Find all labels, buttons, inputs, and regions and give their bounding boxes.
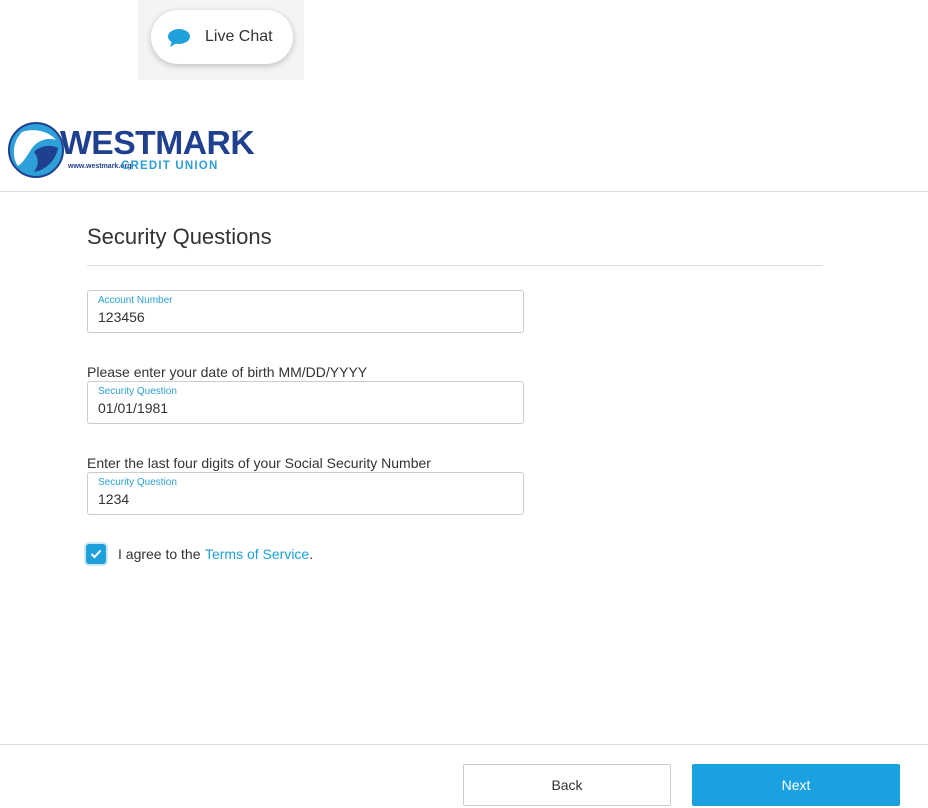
ssn-security-field[interactable]: Security Question <box>87 472 524 515</box>
ssn-security-label: Security Question <box>98 477 177 488</box>
live-chat-label: Live Chat <box>205 28 273 45</box>
terms-suffix: . <box>309 546 314 562</box>
ssn-question-text: Enter the last four digits of your Socia… <box>87 455 431 471</box>
speech-bubble-icon <box>168 29 190 47</box>
dob-security-input[interactable] <box>98 400 498 416</box>
dob-security-field[interactable]: Security Question <box>87 381 524 424</box>
terms-prefix: I agree to the <box>118 546 201 562</box>
dob-security-label: Security Question <box>98 386 177 397</box>
back-button[interactable]: Back <box>463 764 671 806</box>
page-title: Security Questions <box>87 224 272 249</box>
next-button[interactable]: Next <box>692 764 900 806</box>
header-divider <box>0 191 928 192</box>
logo-brand-text: WESTMARK <box>60 124 255 161</box>
account-number-input[interactable] <box>98 309 498 325</box>
account-number-label: Account Number <box>98 295 173 306</box>
logo-subtitle: CREDIT UNION <box>121 160 219 172</box>
title-divider <box>87 265 823 266</box>
terms-of-service-link[interactable]: Terms of Service <box>205 546 309 562</box>
terms-checkbox[interactable] <box>86 544 106 564</box>
terms-agreement: I agree to the Terms of Service. <box>86 544 313 564</box>
live-chat-button[interactable]: Live Chat <box>151 10 293 64</box>
westmark-logo[interactable]: WESTMARK ™ www.westmark.org CREDIT UNION <box>8 122 255 178</box>
logo-trademark: ™ <box>236 130 242 136</box>
ssn-security-input[interactable] <box>98 491 498 507</box>
account-number-field[interactable]: Account Number <box>87 290 524 333</box>
globe-logo-icon <box>8 122 64 178</box>
dob-question-text: Please enter your date of birth MM/DD/YY… <box>87 364 368 380</box>
checkmark-icon <box>90 549 102 559</box>
footer-divider <box>0 744 928 745</box>
